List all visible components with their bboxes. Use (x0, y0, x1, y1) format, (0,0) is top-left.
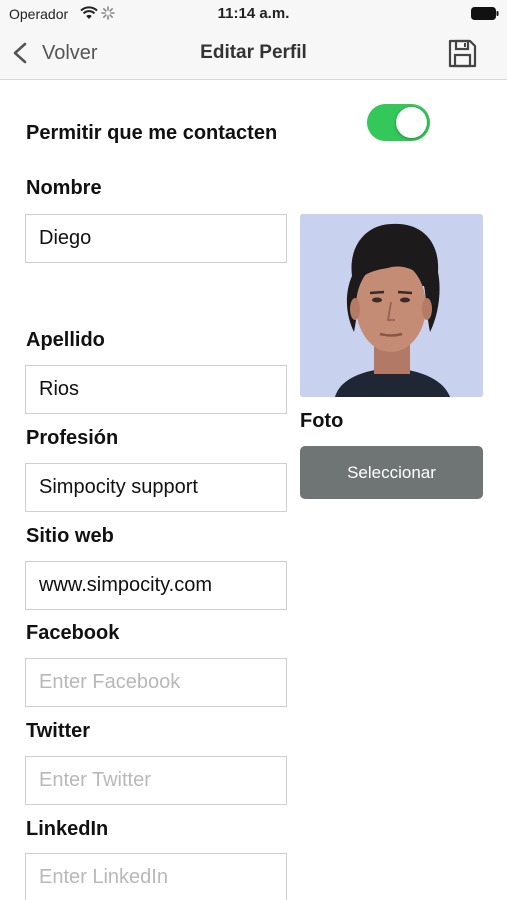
allow-contact-toggle[interactable] (367, 104, 430, 141)
facebook-field[interactable] (25, 658, 287, 707)
facebook-label: Facebook (26, 622, 120, 644)
linkedin-field[interactable] (25, 853, 287, 900)
profile-photo (300, 214, 483, 397)
first-name-field[interactable] (25, 214, 287, 263)
navigation-bar: Volver Editar Perfil (0, 28, 507, 80)
profile-photo-image (300, 214, 483, 397)
profession-label: Profesión (26, 427, 119, 449)
linkedin-label: LinkedIn (26, 818, 109, 840)
last-name-field[interactable] (25, 365, 287, 414)
select-photo-button[interactable]: Seleccionar (300, 446, 483, 499)
save-icon[interactable] (447, 38, 478, 69)
twitter-label: Twitter (26, 720, 91, 742)
last-name-label: Apellido (26, 329, 105, 351)
first-name-label: Nombre (26, 177, 102, 199)
allow-contact-label: Permitir que me contacten (26, 122, 278, 144)
battery-icon (471, 7, 499, 20)
website-field[interactable] (25, 561, 287, 610)
photo-label: Foto (300, 410, 344, 432)
toggle-knob (396, 107, 427, 138)
profession-field[interactable] (25, 463, 287, 512)
twitter-field[interactable] (25, 756, 287, 805)
page-title: Editar Perfil (200, 42, 307, 63)
status-bar: Operador 11:14 a.m. (0, 0, 507, 28)
status-time: 11:14 a.m. (217, 5, 290, 22)
website-label: Sitio web (26, 525, 114, 547)
